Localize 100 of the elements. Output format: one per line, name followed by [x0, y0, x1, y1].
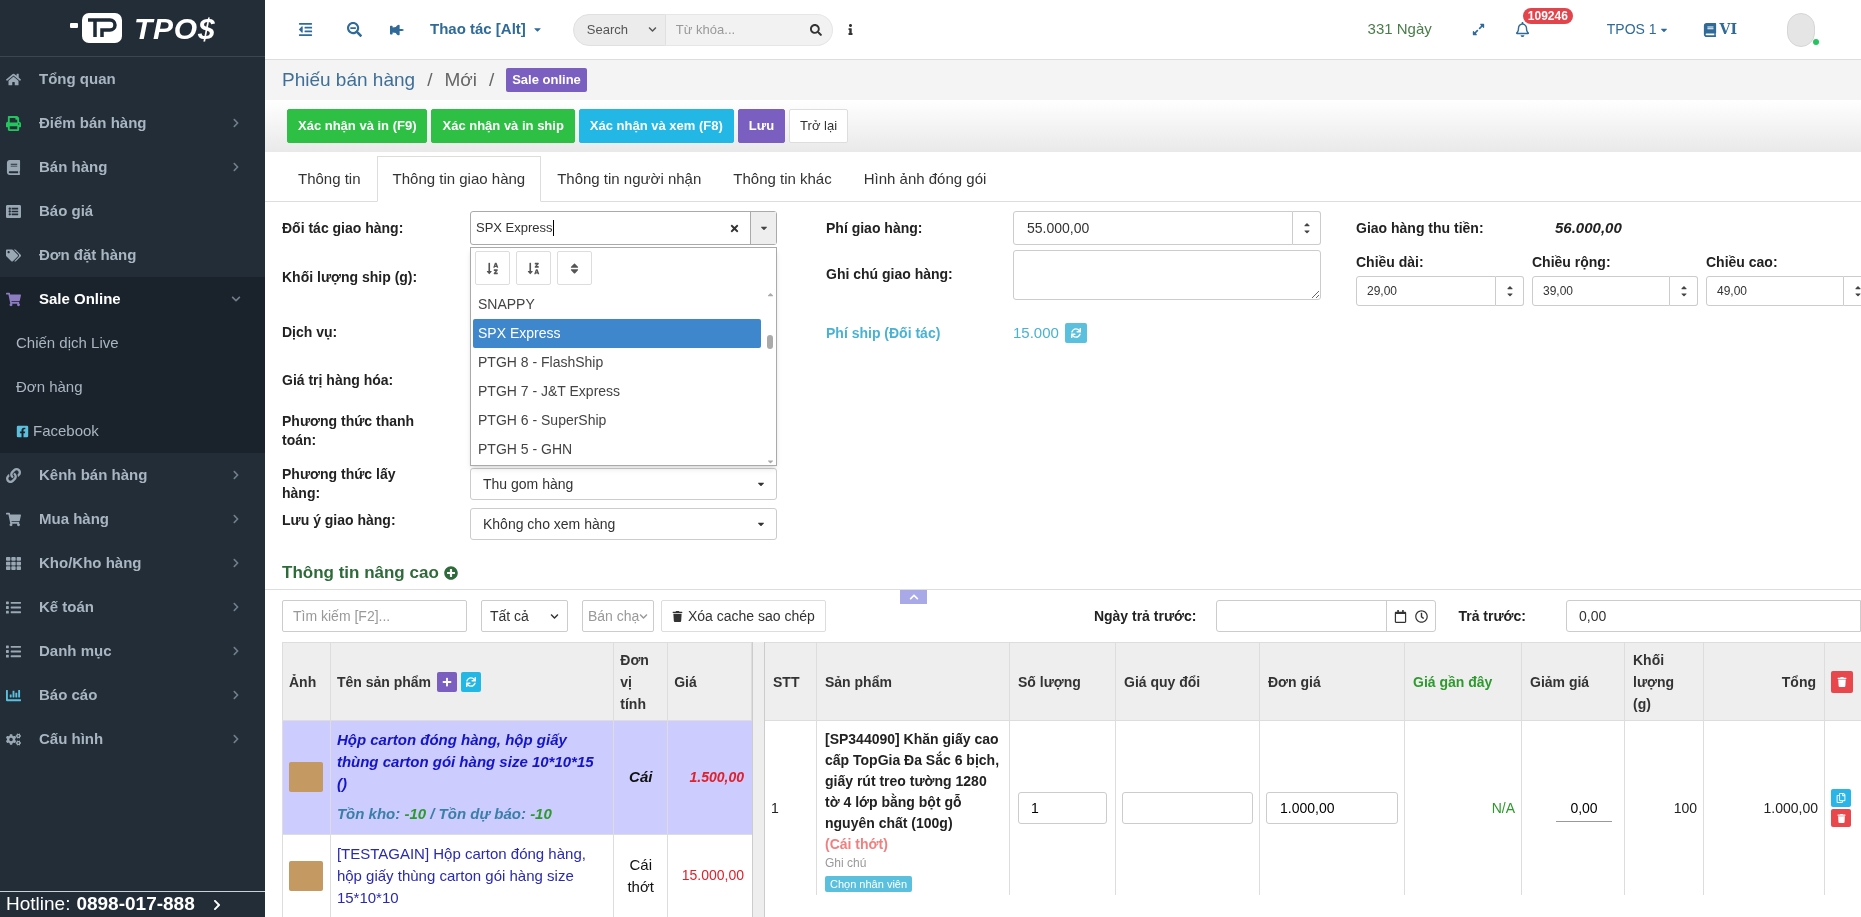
search-scope-select[interactable]: Search [572, 13, 666, 46]
chevron-down-icon [647, 25, 657, 34]
sidebar-item[interactable]: Báo giá [0, 189, 265, 233]
home-icon [6, 71, 21, 87]
sort-button[interactable] [475, 251, 510, 285]
select-field[interactable]: Không cho xem hàng [470, 508, 777, 540]
shipping-fee-field[interactable]: 55.000,00 [1013, 211, 1293, 245]
branch-menu[interactable]: TPOS 1 [1606, 19, 1669, 40]
sidebar-item[interactable]: Kênh bán hàng [0, 453, 265, 497]
sidebar-item[interactable]: Mua hàng [0, 497, 265, 541]
field-label: Giá trị hàng hóa: [282, 370, 395, 390]
refresh-icon [1070, 328, 1081, 338]
menu-icon[interactable] [298, 22, 313, 37]
actions-menu[interactable]: Thao tác [Alt] [430, 18, 543, 41]
sort-button[interactable] [516, 251, 551, 285]
breadcrumb-link[interactable]: Mới [444, 65, 477, 95]
fullscreen-icon[interactable] [1471, 23, 1485, 36]
dropdown-option[interactable]: PTGH 5 - GHN [473, 435, 761, 464]
zoom-out-icon[interactable] [347, 22, 362, 37]
dropdown-option[interactable]: PTGH 6 - SuperShip [473, 406, 761, 435]
dropdown-toggle[interactable] [750, 212, 776, 244]
delete-all-button[interactable] [1831, 670, 1853, 693]
calendar-icon[interactable] [1394, 609, 1408, 623]
collapse-button[interactable] [900, 590, 927, 604]
clear-cache-button[interactable]: Xóa cache sao chép [661, 600, 826, 632]
unit-price-field[interactable]: 1.000,00 [1266, 792, 1398, 824]
column-header: Giá quy đổi [1124, 672, 1201, 692]
tab[interactable]: Hình ảnh đóng gói [847, 156, 1003, 202]
converted-price-field[interactable] [1122, 792, 1253, 824]
bell-icon[interactable] [1514, 22, 1530, 37]
discount-field[interactable]: 0,00 [1556, 794, 1612, 822]
sidebar-item[interactable]: Điểm bán hàng [0, 101, 265, 145]
product-row[interactable]: Hộp carton đóng hàng, hộp giấy thùng carton gói hàng size 10*10*15 () Tồn kho: -10 / Tồn dự báo: -10 Cái 1.500,00 [283, 721, 752, 835]
language-button[interactable]: VI [1702, 19, 1737, 40]
add-product-button[interactable] [437, 671, 458, 692]
tab[interactable]: Thông tin giao hàng [376, 156, 542, 202]
sort-alpha-icon [527, 261, 540, 275]
sort-button[interactable] [557, 251, 592, 285]
pin-icon[interactable] [390, 22, 404, 37]
photo-placeholder [289, 762, 324, 793]
bar-chart-icon [6, 687, 21, 703]
action-button[interactable]: Trở lại [789, 109, 849, 143]
note-field[interactable] [1013, 250, 1321, 300]
filter-select[interactable]: Tất cả [481, 600, 568, 632]
refresh-button[interactable] [1064, 323, 1087, 343]
sidebar-item[interactable]: Sale Online [0, 277, 265, 321]
tab[interactable]: Thông tin khác [717, 156, 848, 202]
product-search-field[interactable]: Tìm kiếm [F2]... [282, 600, 467, 632]
field-label: Ngày trả trước: [1093, 606, 1197, 626]
prepay-field[interactable]: 0,00 [1566, 600, 1861, 632]
sidebar-item[interactable]: Danh mục [0, 629, 265, 673]
dimension-field[interactable]: 49,00 [1706, 276, 1844, 306]
list-icon [6, 599, 21, 615]
dropdown-option[interactable]: PTGH 8 - FlashShip [473, 348, 761, 377]
hotline-link[interactable]: Hotline: 0898-017-888 [0, 891, 265, 917]
quantity-field[interactable]: 1 [1018, 792, 1107, 824]
field-label: Chiều cao: [1706, 253, 1779, 272]
tab[interactable]: Thông tin người nhận [541, 156, 718, 202]
sidebar-item[interactable]: Tổng quan [0, 57, 265, 101]
sidebar-item[interactable]: Kế toán [0, 585, 265, 629]
scrollbar-thumb[interactable] [767, 335, 773, 349]
tab[interactable]: Thông tin [282, 156, 377, 202]
column-header: Ảnh [289, 672, 317, 692]
dropdown-option[interactable]: PTGH 7 - J&T Express [473, 377, 761, 406]
clock-icon[interactable] [1415, 609, 1429, 623]
add-icon[interactable] [443, 565, 458, 580]
date-field[interactable] [1216, 600, 1437, 632]
sidebar-item[interactable]: Cấu hình [0, 717, 265, 761]
copy-button[interactable] [1831, 789, 1851, 807]
scrollbar[interactable] [764, 290, 776, 466]
select-field[interactable]: Thu gom hàng [470, 468, 777, 500]
field-label: Ghi chú giao hàng: [826, 265, 954, 284]
sidebar-item[interactable]: Báo cáo [0, 673, 265, 717]
sidebar-subitem[interactable]: Chiến dịch Live [0, 321, 265, 365]
sidebar-item[interactable]: Bán hàng [0, 145, 265, 189]
sidebar-subitem[interactable]: Đơn hàng [0, 365, 265, 409]
action-button[interactable]: Lưu [737, 109, 786, 143]
search-field[interactable]: Từ khóa... [665, 13, 801, 46]
column-header: STT [773, 672, 800, 692]
brand-name: TPO$ [134, 10, 216, 47]
product-name: [TESTAGAIN] Hộp carton đóng hàng, hộp giấy thùng carton gói hàng size 15*10*10 [336, 843, 587, 908]
dimension-field[interactable]: 39,00 [1532, 276, 1670, 306]
dropdown-option[interactable]: SPX Express [473, 319, 761, 348]
dropdown-option[interactable]: SNAPPY [473, 290, 761, 319]
clear-icon[interactable] [729, 222, 740, 234]
notification-badge: 109246 [1522, 7, 1573, 24]
sidebar-item[interactable]: Đơn đặt hàng [0, 233, 265, 277]
breadcrumb-link[interactable]: Phiếu bán hàng [282, 65, 416, 95]
chevron-down-icon [639, 611, 649, 621]
combobox-field[interactable]: SPX Express [470, 211, 777, 245]
delete-button[interactable] [1831, 809, 1851, 827]
cod-value: 56.000,00 [1555, 217, 1622, 238]
dimension-field[interactable]: 29,00 [1356, 276, 1496, 306]
column-header: Số lượng [1018, 672, 1081, 692]
search-button[interactable] [800, 13, 833, 46]
field-label: Khối lượng ship (g): [282, 267, 419, 287]
total-value: 1.000,00 [1763, 798, 1818, 818]
sidebar-subitem[interactable]: Facebook [0, 409, 265, 453]
refresh-button[interactable] [461, 671, 482, 692]
sidebar-item[interactable]: Kho/Kho hàng [0, 541, 265, 585]
